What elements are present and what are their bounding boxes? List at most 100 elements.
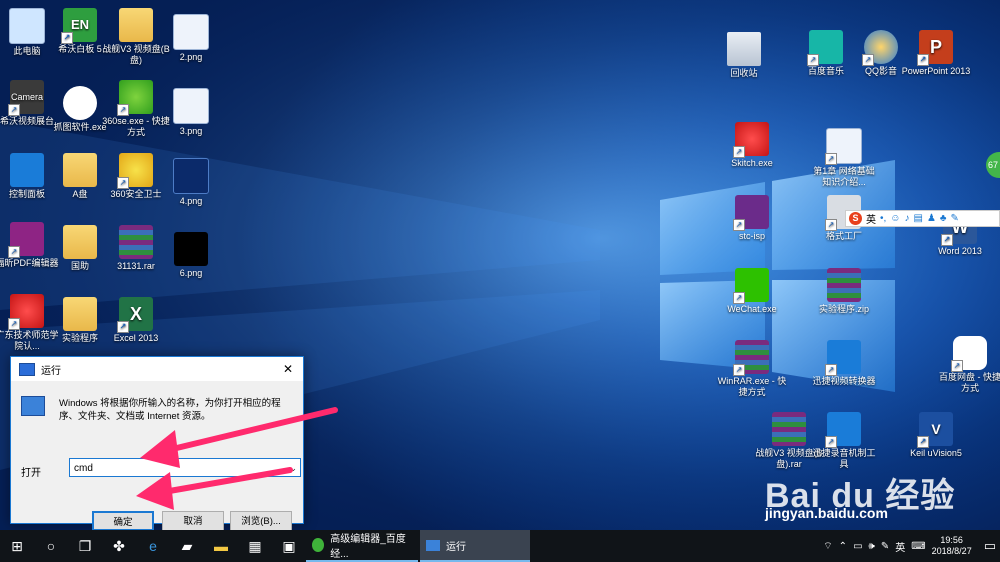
pin-app-icon[interactable]: ▰ [170,530,204,562]
image-file-icon [174,232,208,266]
folder-icon [63,153,97,187]
taskbar-app-label: 高级编辑器_百度经... [330,534,406,560]
folder-icon [63,297,97,331]
skitch-icon: ↗ [733,122,769,158]
user-icon[interactable]: ♟ [927,213,936,224]
cortana-icon[interactable]: ○ [34,530,68,562]
desktop-icon-6png[interactable]: 6.png [156,232,226,279]
desktop-icon-powerpoint[interactable]: P ↗ PowerPoint 2013 [901,30,971,77]
control-panel-icon [10,153,44,187]
task-view-icon[interactable]: ❐ [68,530,102,562]
security-360-icon: ↗ [117,153,153,189]
command-value: cmd [74,463,93,474]
file-explorer-icon[interactable]: ▬ [204,530,238,562]
cloud-drive-icon: ↗ [951,336,987,372]
ok-button[interactable]: 确定 [92,511,154,530]
desktop-icon-wechat[interactable]: ↗ WeChat.exe [717,268,787,315]
ime-toolbar[interactable]: S 英 •, ☺ ♪ ▤ ♟ ♣ ✎ [845,210,1000,227]
taskbar-app-run[interactable]: 运行 [420,530,530,562]
desktop-icon-skitch[interactable]: ↗ Skitch.exe [717,122,787,169]
taskbar-app-browser[interactable]: 高级编辑器_百度经... [306,530,418,562]
close-icon[interactable]: ✕ [273,362,303,376]
icon-label: 百度网盘 - 快捷方式 [939,372,1000,393]
desktop-icon-2png[interactable]: 2.png [156,14,226,63]
icon-label: 第1章 网络基础知识介绍... [813,166,875,187]
image-file-icon [173,158,209,194]
desktop-icon-baidu-netdisk[interactable]: ↗ 百度网盘 - 快捷方式 [935,336,1000,394]
dialog-title: 运行 [41,365,61,377]
desktop-icon-recycle-bin[interactable]: 回收站 [709,32,779,79]
icon-label: 格式工厂 [825,231,862,241]
icon-label: A盘 [72,189,88,199]
ime-indicator[interactable]: 英 [895,539,905,554]
desktop-icon-stc-isp[interactable]: ↗ stc-isp [717,195,787,242]
command-input[interactable]: cmd ⌄ [69,458,301,477]
icon-label: Keil uVision5 [910,448,962,458]
fan-app-icon[interactable]: ✤ [102,530,136,562]
clock-date: 2018/8/27 [931,546,972,556]
chevron-up-icon[interactable]: ⌃ [839,541,847,552]
run-program-icon [21,396,45,416]
microphone-icon[interactable]: ♪ [905,213,910,224]
pen-icon[interactable]: ✎ [881,541,889,552]
icon-label: 此电脑 [13,46,41,56]
icon-label: 360安全卫士 [110,189,162,199]
volume-icon[interactable]: 🕪 [869,541,875,552]
en-app-icon: EN ↗ [61,8,97,44]
video-player-icon: ↗ [862,30,898,66]
keyboard-icon[interactable]: ⌨ [911,541,925,552]
icon-label: 31131.rar [117,261,155,271]
skin-icon[interactable]: ♣ [940,213,947,224]
dialog-description: Windows 将根据你所输入的名称，为你打开相应的程序、文件夹、文档或 Int… [59,398,281,422]
edge-icon[interactable]: e [136,530,170,562]
wifi-icon[interactable]: ⌔ [823,540,832,553]
emoji-icon[interactable]: ☺ [890,213,900,224]
dialog-titlebar[interactable]: 运行 ✕ [11,357,303,381]
store-icon[interactable]: ▦ [238,530,272,562]
notification-icon[interactable]: ▭ [984,538,996,554]
desktop-icon-winrar[interactable]: ↗ WinRAR.exe - 快捷方式 [717,340,787,398]
chevron-down-icon[interactable]: ⌄ [289,459,297,478]
remote-icon[interactable]: ▣ [272,530,306,562]
browse-button[interactable]: 浏览(B)... [230,511,292,530]
icon-label: WinRAR.exe - 快捷方式 [717,376,787,397]
run-dialog[interactable]: 运行 ✕ Windows 将根据你所输入的名称，为你打开相应的程序、文件夹、文档… [10,356,304,530]
icon-label: 国助 [70,261,89,271]
desktop-icon-4png[interactable]: 4.png [156,158,226,207]
icon-label: 迅捷视频转换器 [812,376,876,386]
cancel-button[interactable]: 取消 [162,511,224,530]
desktop-icon-lab-zip[interactable]: 实验程序.zip [809,268,879,315]
clock[interactable]: 19:56 2018/8/27 [932,535,972,557]
keyboard-icon[interactable]: ▤ [914,213,923,224]
rar-icon [772,412,806,446]
punctuation-icon[interactable]: •, [880,213,886,224]
ppt-file-icon: ↗ [825,128,862,165]
browser-360-icon [312,538,325,552]
icon-label: 希沃白板 5 [58,44,102,54]
settings-icon[interactable]: ✎ [950,213,958,224]
icon-label: 实验程序.zip [818,304,869,314]
start-button[interactable]: ⊞ [0,530,34,562]
icon-label: 6.png [179,268,203,278]
desktop-icon-keil[interactable]: V ↗ Keil uVision5 [901,412,971,459]
desktop: 此电脑 EN ↗ 希沃白板 5 战舰V3 视频盘(B盘) 2.png Camera ↗… [0,0,1000,530]
icon-label: 回收站 [730,68,758,78]
keil-icon: V ↗ [917,412,953,448]
wechat-icon: ↗ [733,268,769,304]
battery-icon[interactable]: ▭ [853,541,862,552]
folder-icon [119,8,153,42]
desktop-icon-excel[interactable]: X ↗ Excel 2013 [101,297,171,344]
icon-label: 迅捷录音机制工具 [812,448,876,469]
desktop-icon-recorder[interactable]: ↗ 迅捷录音机制工具 [809,412,879,470]
desktop-icon-video-converter[interactable]: ↗ 迅捷视频转换器 [809,340,879,387]
icon-label: 4.png [179,196,203,206]
sogou-icon: S [849,212,862,225]
desktop-icon-3png[interactable]: 3.png [156,88,226,137]
icon-label: stc-isp [738,231,765,241]
icon-label: QQ影音 [864,66,897,76]
shield-app-icon: ↗ [8,294,44,330]
system-tray: ⌔ ⌃ ▭ 🕪 ✎ 英 ⌨ 19:56 2018/8/27 ▭ [823,535,1000,557]
desktop-icon-network-ppt[interactable]: ↗ 第1章 网络基础知识介绍... [809,128,879,188]
ime-mode[interactable]: 英 [866,211,876,226]
icon-label: WeChat.exe [727,304,777,314]
